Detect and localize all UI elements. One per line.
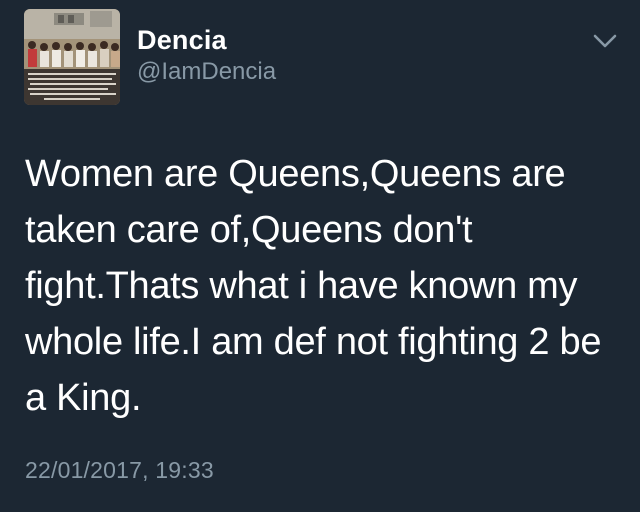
user-handle[interactable]: @IamDencia	[137, 58, 276, 86]
tweet-timestamp[interactable]: 22/01/2017, 19:33	[25, 457, 214, 484]
avatar[interactable]	[24, 9, 120, 105]
display-name[interactable]: Dencia	[137, 25, 227, 56]
chevron-down-icon[interactable]	[592, 32, 618, 50]
tweet-text: Women are Queens,Queens are taken care o…	[25, 153, 602, 419]
tweet-card: Dencia @IamDencia Women are Queens,Queen…	[0, 0, 640, 512]
